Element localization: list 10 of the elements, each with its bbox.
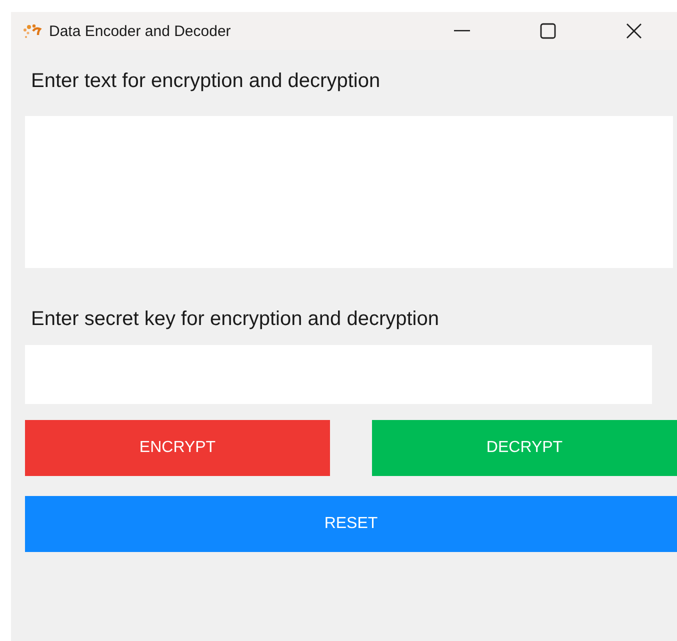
app-icon bbox=[21, 22, 43, 40]
minimize-icon bbox=[454, 30, 470, 32]
action-button[interactable]: ENCRYPT bbox=[25, 420, 330, 476]
close-icon bbox=[626, 23, 642, 39]
key-label: Enter secret key for encryption and decryption bbox=[30, 308, 440, 331]
text-label: Enter text for encryption and decryption bbox=[30, 70, 382, 93]
window-title: Data Encoder and Decoder bbox=[49, 22, 232, 40]
action-button[interactable]: DECRYPT bbox=[372, 420, 677, 476]
action-button[interactable]: RESET bbox=[25, 496, 677, 552]
maximize-icon bbox=[540, 23, 556, 39]
